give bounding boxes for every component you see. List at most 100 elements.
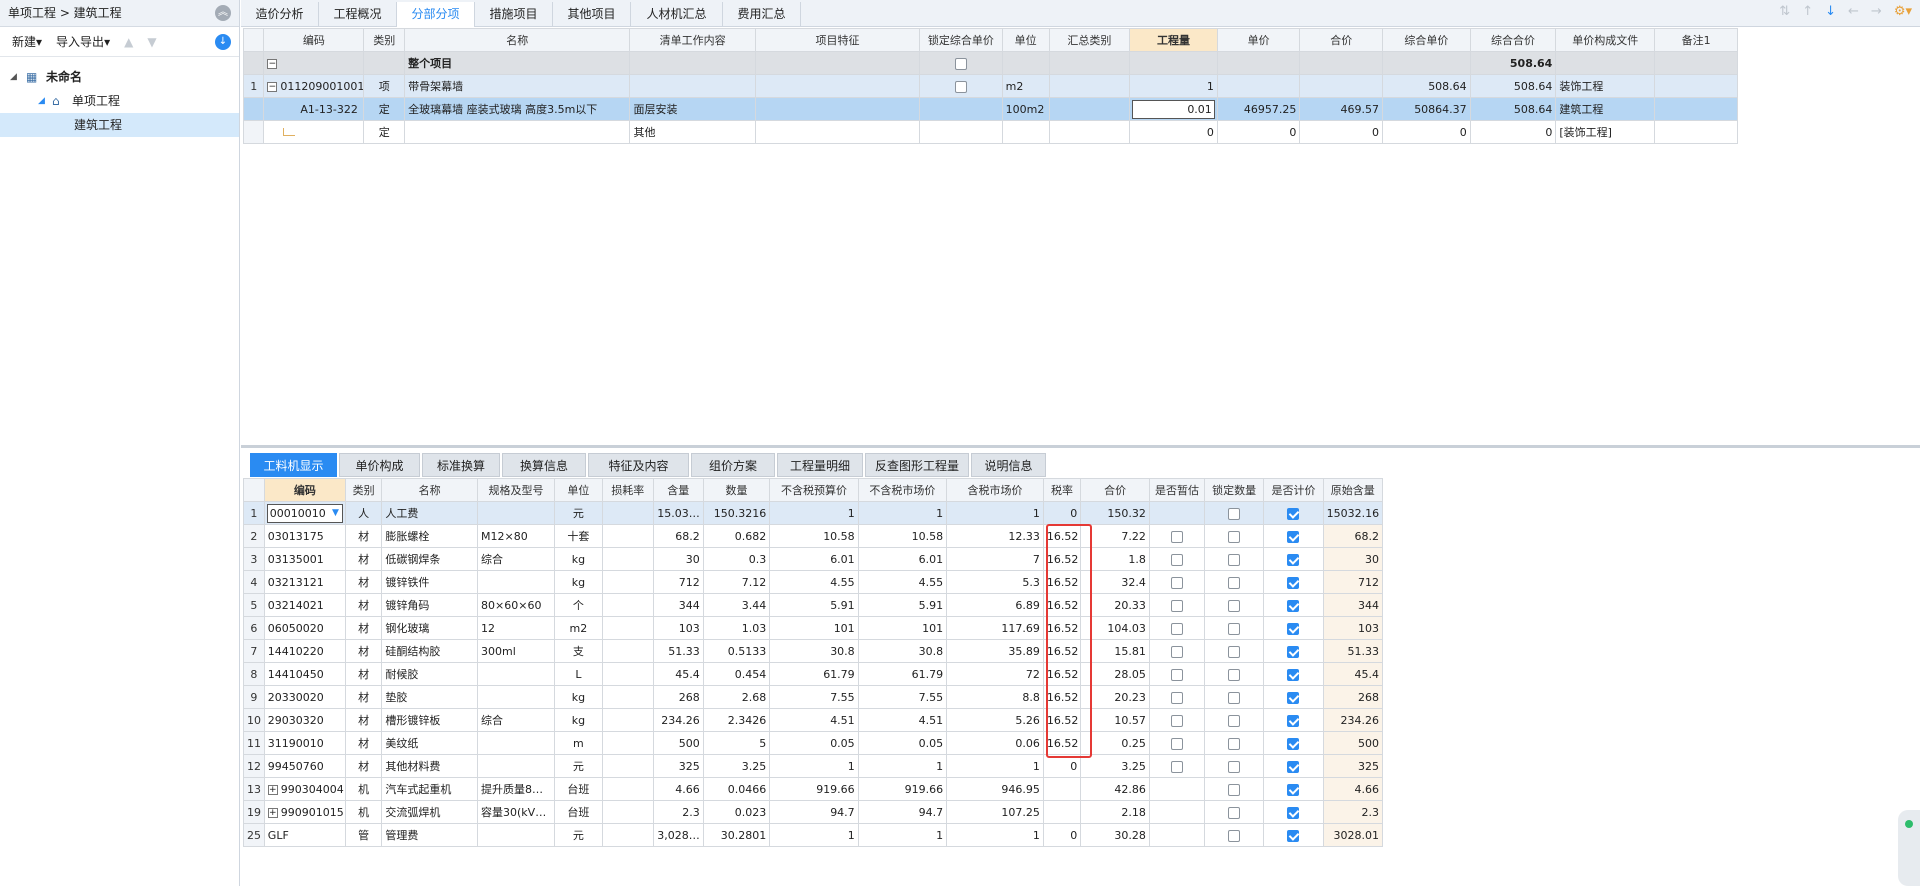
p2-cell[interactable]: 1	[857, 501, 948, 525]
p3-cell[interactable]: 12.33	[946, 524, 1044, 548]
table-row[interactable]: 12 99450760 材其他材料费元 325 3.25 1 1 1 0 3.25 325	[243, 754, 1384, 778]
name-cell[interactable]: 低碳钢焊条	[381, 547, 479, 571]
name-cell[interactable]: 硅酮结构胶	[381, 639, 479, 663]
tab-6[interactable]: 费用汇总	[723, 2, 801, 27]
count-price-checkbox[interactable]	[1287, 714, 1300, 727]
collapse-up-icon[interactable]: ︽	[215, 5, 231, 21]
count-price-checkbox[interactable]	[1287, 668, 1300, 681]
p1-cell[interactable]: 4.55	[769, 570, 859, 594]
count-price-checkbox[interactable]	[1287, 576, 1300, 589]
bottom-tab-3[interactable]: 换算信息	[502, 453, 586, 477]
p3-cell[interactable]: 107.25	[946, 800, 1044, 824]
unit-cell[interactable]: 元	[553, 501, 603, 525]
count-price-checkbox[interactable]	[1287, 760, 1300, 773]
spec-cell[interactable]	[477, 662, 555, 686]
loss-cell[interactable]	[601, 570, 654, 594]
count-price-checkbox[interactable]	[1287, 622, 1300, 635]
count-price-checkbox[interactable]	[1287, 783, 1300, 796]
code-cell[interactable]: 20330020	[263, 685, 346, 709]
table-row[interactable]: 6 06050020 材钢化玻璃 12 m2 103 1.03 101 101 117.69 16.…	[243, 616, 1384, 640]
total-cell[interactable]	[1299, 51, 1383, 75]
lock-price-checkbox[interactable]	[954, 80, 967, 93]
content-cell[interactable]: 103	[652, 616, 704, 640]
content-cell[interactable]: 234.26	[652, 708, 704, 732]
settings-icon[interactable]: ⚙▾	[1894, 4, 1912, 19]
unit-cell[interactable]: m2	[553, 616, 603, 640]
table-row[interactable]: 1−011209001001 项带骨架幕墙 m2 1 508.64 508.64 装饰工程	[242, 74, 1738, 98]
feature-cell[interactable]	[754, 97, 921, 121]
code-cell[interactable]: −011209001001	[263, 74, 365, 98]
column-header[interactable]: 名称	[404, 28, 631, 52]
unit-cell[interactable]: 元	[553, 754, 603, 778]
unit-cell[interactable]: L	[553, 662, 603, 686]
estimate-checkbox[interactable]	[1170, 576, 1183, 589]
cprice-cell[interactable]	[1382, 51, 1471, 75]
calc-cell[interactable]	[1263, 547, 1324, 571]
type-cell[interactable]: 人	[344, 501, 383, 525]
count-price-checkbox[interactable]	[1287, 507, 1300, 520]
tax-cell[interactable]: 16.52	[1042, 570, 1082, 594]
p2-cell[interactable]: 4.55	[857, 570, 948, 594]
loss-cell[interactable]	[601, 524, 654, 548]
est-cell[interactable]	[1148, 547, 1206, 571]
code-cell[interactable]	[263, 120, 365, 144]
content-cell[interactable]: 712	[652, 570, 704, 594]
column-header[interactable]: 不含税市场价	[857, 478, 948, 502]
loss-cell[interactable]	[601, 501, 654, 525]
type-cell[interactable]: 材	[344, 731, 383, 755]
calc-cell[interactable]	[1263, 823, 1324, 847]
total-cell[interactable]: 104.03	[1080, 616, 1150, 640]
bottom-tab-6[interactable]: 工程量明细	[777, 453, 863, 477]
note-cell[interactable]	[1654, 120, 1738, 144]
content-cell[interactable]: 68.2	[652, 524, 704, 548]
calc-cell[interactable]	[1263, 662, 1324, 686]
p2-cell[interactable]: 7.55	[857, 685, 948, 709]
type-cell[interactable]: 材	[344, 754, 383, 778]
total-cell[interactable]: 0.25	[1080, 731, 1150, 755]
right-icon[interactable]: →	[1871, 4, 1882, 19]
column-header[interactable]: 锁定数量	[1204, 478, 1265, 502]
code-cell[interactable]: 00010010 ▼	[263, 501, 346, 525]
loss-cell[interactable]	[601, 639, 654, 663]
total-cell[interactable]: 15.81	[1080, 639, 1150, 663]
loss-cell[interactable]	[601, 547, 654, 571]
unit-cell[interactable]: kg	[553, 708, 603, 732]
column-header[interactable]: 汇总类别	[1048, 28, 1131, 52]
file-cell[interactable]: [装饰工程]	[1555, 120, 1656, 144]
spec-cell[interactable]: 提升质量8…	[477, 777, 555, 801]
collapse-icon[interactable]: −	[267, 58, 278, 69]
lock-quantity-checkbox[interactable]	[1228, 829, 1241, 842]
bottom-tab-2[interactable]: 标准换算	[422, 453, 500, 477]
code-cell[interactable]: 03135001	[263, 547, 346, 571]
unit-cell[interactable]: 个	[553, 593, 603, 617]
content-cell[interactable]: 500	[652, 731, 704, 755]
lock-cell[interactable]	[1204, 570, 1265, 594]
table-row[interactable]: 11 31190010 材美纹纸 m 500 5 0.05 0.05 0.06 16.52 0.25…	[243, 731, 1384, 755]
download-icon[interactable]: ↓	[215, 34, 231, 50]
content-cell[interactable]: 268	[652, 685, 704, 709]
calc-cell[interactable]	[1263, 570, 1324, 594]
estimate-checkbox[interactable]	[1170, 737, 1183, 750]
price-cell[interactable]	[1216, 74, 1301, 98]
code-cell[interactable]: GLF	[263, 823, 346, 847]
type-cell[interactable]: 材	[344, 662, 383, 686]
p2-cell[interactable]: 4.51	[857, 708, 948, 732]
qty-cell[interactable]: 0.023	[702, 800, 771, 824]
spec-cell[interactable]: M12×80	[477, 524, 555, 548]
spec-cell[interactable]	[477, 731, 555, 755]
estimate-checkbox[interactable]	[1170, 530, 1183, 543]
column-header[interactable]: 税率	[1042, 478, 1082, 502]
est-cell[interactable]	[1148, 616, 1206, 640]
qty-cell[interactable]: 2.68	[702, 685, 771, 709]
lock-quantity-checkbox[interactable]	[1228, 737, 1241, 750]
spec-cell[interactable]: 综合	[477, 547, 555, 571]
type-cell[interactable]: 材	[344, 593, 383, 617]
est-cell[interactable]	[1148, 777, 1206, 801]
p3-cell[interactable]: 1	[946, 823, 1044, 847]
p2-cell[interactable]: 101	[857, 616, 948, 640]
tax-cell[interactable]: 0	[1042, 754, 1082, 778]
column-header[interactable]: 综合合价	[1469, 28, 1557, 52]
lock-quantity-checkbox[interactable]	[1228, 645, 1241, 658]
column-header[interactable]: 备注1	[1654, 28, 1738, 52]
quantity-input[interactable]: 0.01	[1132, 99, 1215, 119]
